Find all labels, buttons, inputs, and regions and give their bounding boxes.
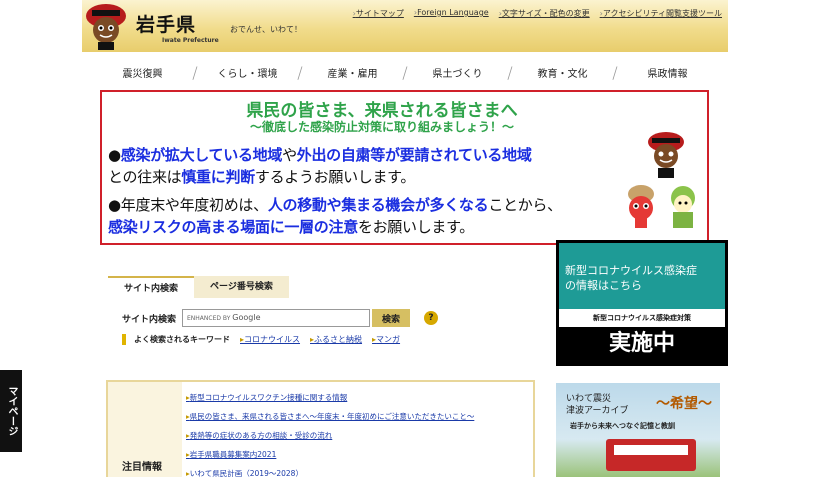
- banner-text: をお願いします。: [357, 218, 475, 236]
- keyword-link[interactable]: マンガ: [372, 334, 400, 345]
- banner-text: や: [282, 146, 297, 164]
- search-button[interactable]: 検索: [372, 309, 411, 327]
- banner-emphasis: 慎重に判断: [181, 168, 255, 186]
- train-illustration: [606, 439, 696, 471]
- banner-subheading: ～徹底した感染防止対策に取り組みましょう！～: [249, 120, 514, 134]
- mypage-side-tab[interactable]: マイページ: [0, 370, 22, 452]
- list-item[interactable]: 新型コロナウイルスワクチン接種に関する情報: [186, 392, 474, 403]
- archive-subtitle: 岩手から未来へつなぐ記憶と教訓: [570, 422, 675, 430]
- list-item[interactable]: 県民の皆さま、来県される皆さまへ～年度末・年度初めにご注意いただきたいこと～: [186, 411, 475, 422]
- popular-keywords-label: よく検索されるキーワード: [122, 334, 230, 345]
- logo-english: Iwate Prefecture: [162, 37, 219, 44]
- nav-divider: /: [507, 62, 513, 82]
- nav-divider: /: [192, 62, 198, 82]
- mascot-icon: [86, 4, 126, 50]
- archive-hope-label: ～希望～: [656, 396, 712, 412]
- covid-line-2: の情報はこちら: [565, 279, 642, 292]
- util-link-font-size[interactable]: 文字サイズ・配色の変更: [499, 8, 590, 19]
- archive-title-line-2: 津波アーカイブ: [566, 406, 629, 416]
- bullet: ●: [108, 146, 121, 164]
- featured-info-panel: 注目情報 新型コロナウイルスワクチン接種に関する情報 県民の皆さま、来県される皆…: [106, 380, 535, 477]
- banner-emphasis: 感染リスクの高まる場面に一層の注意: [108, 218, 358, 236]
- logo-kanji: 岩手県: [136, 14, 197, 36]
- tab-site-search[interactable]: サイト内検索: [108, 276, 195, 298]
- tab-page-number-search[interactable]: ページ番号検索: [194, 276, 289, 298]
- list-item[interactable]: いわて県民計画（2019～2028）: [186, 468, 474, 477]
- covid-info-text: 新型コロナウイルス感染症 の情報はこちら: [559, 243, 725, 309]
- search-row: サイト内検索 ENHANCED BY Google 検索 ?: [122, 309, 439, 327]
- keyword-link[interactable]: コロナウイルス: [240, 334, 300, 345]
- nav-item-education[interactable]: 教育・文化: [520, 65, 605, 80]
- nav-divider: /: [612, 62, 618, 82]
- site-logo[interactable]: 岩手県 Iwate Prefecture: [136, 10, 219, 44]
- nav-item-industry[interactable]: 産業・雇用: [310, 65, 395, 80]
- util-link-accessibility[interactable]: アクセシビリティ閲覧支援ツール: [600, 8, 722, 19]
- help-icon[interactable]: ?: [424, 311, 439, 325]
- nav-item-reconstruction[interactable]: 震災復興: [100, 65, 185, 80]
- banner-line-2: との往来は慎重に判断するようお願いします。: [108, 166, 415, 187]
- nav-divider: /: [402, 62, 408, 82]
- covid-in-effect-label: 実施中: [608, 331, 675, 356]
- search-label: サイト内検索: [122, 314, 177, 325]
- search-input[interactable]: ENHANCED BY Google: [182, 309, 371, 327]
- banner-emphasis: 外出の自粛等が要請されている地域: [296, 146, 532, 164]
- banner-text: するようお願いします。: [254, 168, 416, 186]
- list-item[interactable]: 発熱等の症状のある方の相談・受診の流れ: [186, 430, 474, 441]
- utility-links: サイトマップ Foreign Language 文字サイズ・配色の変更 アクセシ…: [353, 8, 722, 19]
- search-enhanced-label: ENHANCED BY: [187, 315, 231, 322]
- global-nav: 震災復興 / くらし・環境 / 産業・雇用 / 県土づくり / 教育・文化 / …: [100, 58, 710, 86]
- nav-divider: /: [297, 62, 303, 82]
- banner-line-3: ●年度末や年度初めは、人の移動や集まる機会が多くなることから、: [108, 194, 562, 215]
- tagline: おでんせ、いわて！: [230, 25, 302, 34]
- search-google-label: Google: [232, 313, 261, 322]
- covid-measures-label: 新型コロナウイルス感染症対策: [559, 309, 725, 327]
- mascot-icon: [628, 185, 654, 228]
- banner-text: との往来は: [108, 168, 182, 186]
- covid-info-link[interactable]: 新型コロナウイルス感染症 の情報はこちら 新型コロナウイルス感染症対策 実施中: [556, 240, 728, 366]
- covid-line-1: 新型コロナウイルス感染症: [565, 264, 697, 277]
- banner-emphasis: 感染が拡大している地域: [120, 146, 283, 164]
- bullet: ●: [108, 196, 121, 214]
- util-link-foreign-language[interactable]: Foreign Language: [414, 8, 489, 19]
- search-tabs: サイト内検索 ページ番号検索: [108, 276, 289, 298]
- popular-keywords: よく検索されるキーワード コロナウイルス ふるさと納税 マンガ: [122, 334, 400, 345]
- covid-notice-banner[interactable]: 県民の皆さま、来県される皆さまへ ～徹底した感染防止対策に取り組みましょう！～ …: [100, 90, 709, 245]
- util-link-sitemap[interactable]: サイトマップ: [353, 8, 404, 19]
- featured-info-title: 注目情報: [122, 462, 162, 473]
- banner-text: 年度末や年度初めは、: [120, 196, 268, 214]
- keyword-link[interactable]: ふるさと納税: [310, 334, 362, 345]
- banner-emphasis: 人の移動や集まる機会が多くなる: [267, 196, 489, 214]
- tsunami-archive-banner[interactable]: いわて震災 津波アーカイブ ～希望～ 岩手から未来へつなぐ記憶と教訓: [556, 383, 720, 477]
- banner-line-1: ●感染が拡大している地域や外出の自粛等が要請されている地域: [108, 144, 532, 165]
- banner-line-4: 感染リスクの高まる場面に一層の注意をお願いします。: [108, 216, 474, 237]
- site-header: 岩手県 Iwate Prefecture おでんせ、いわて！ サイトマップ Fo…: [82, 0, 728, 52]
- banner-text: ことから、: [488, 196, 562, 214]
- nav-item-government[interactable]: 県政情報: [625, 65, 710, 80]
- mascot-icon: [671, 186, 695, 228]
- nav-item-living[interactable]: くらし・環境: [205, 65, 290, 80]
- list-item[interactable]: 岩手県職員募集案内2021: [186, 449, 474, 460]
- nav-item-land[interactable]: 県土づくり: [415, 65, 500, 80]
- archive-title: いわて震災 津波アーカイブ: [566, 393, 628, 417]
- mascot-icon: [648, 132, 684, 178]
- archive-title-line-1: いわて震災: [566, 394, 612, 404]
- featured-info-list: 新型コロナウイルスワクチン接種に関する情報 県民の皆さま、来県される皆さまへ～年…: [186, 392, 475, 477]
